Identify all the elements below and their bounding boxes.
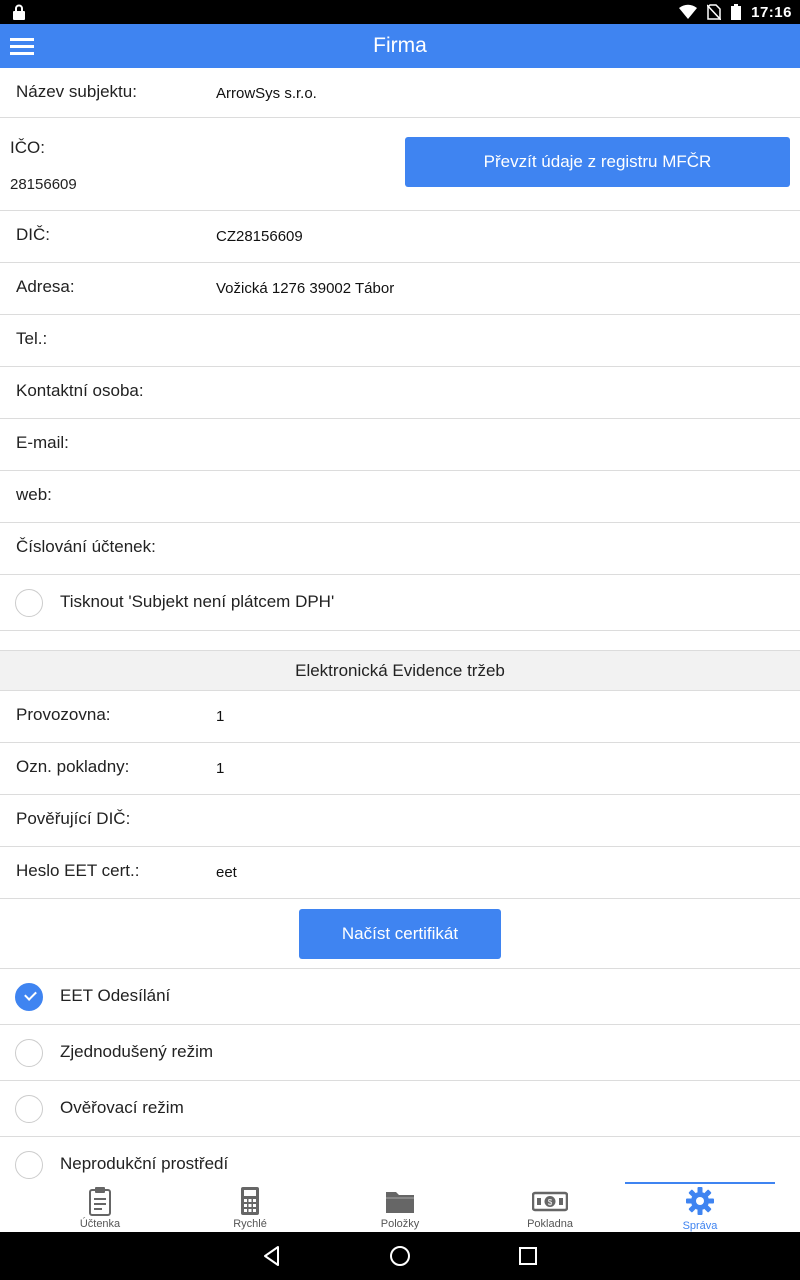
cert-password-row: Heslo EET cert.: eet (0, 847, 800, 899)
web-row: web: (0, 471, 800, 523)
nav-label: Účtenka (79, 1218, 121, 1230)
receipt-numbering-label: Číslování účtenek: (16, 537, 156, 556)
battery-icon (731, 4, 742, 20)
bottom-navigation: Účtenka Rychlé Položky $ Pokladna Správa (0, 1182, 800, 1232)
app-bar: Firma (0, 24, 800, 68)
premises-field[interactable]: 1 (216, 708, 224, 725)
nav-cash-register[interactable]: $ Pokladna (475, 1182, 625, 1232)
contact-person-label: Kontaktní osoba: (16, 381, 144, 400)
no-sim-icon (707, 4, 722, 20)
register-field[interactable]: 1 (216, 760, 224, 777)
eet-sending-option[interactable]: EET Odesílání (0, 969, 800, 1025)
home-icon[interactable] (388, 1244, 412, 1268)
contact-person-row: Kontaktní osoba: (0, 367, 800, 419)
settings-form: Název subjektu: ArrowSys s.r.o. IČO: 281… (0, 68, 800, 1182)
clipboard-icon (89, 1187, 111, 1216)
register-row: Ozn. pokladny: 1 (0, 743, 800, 795)
option-label: Ověřovací režim (60, 1098, 184, 1117)
option-label: EET Odesílání (60, 986, 171, 1005)
vat-print-label: Tisknout 'Subjekt není plátcem DPH' (60, 592, 335, 611)
folder-icon (386, 1192, 414, 1213)
status-bar: 17:16 (0, 0, 800, 24)
back-icon[interactable] (260, 1244, 284, 1268)
company-name-row: Název subjektu: ArrowSys s.r.o. (0, 68, 800, 118)
premises-row: Provozovna: 1 (0, 691, 800, 743)
option-label: Neprodukční prostředí (60, 1154, 229, 1173)
dic-field[interactable]: CZ28156609 (216, 228, 303, 245)
ico-label: IČO: (10, 138, 45, 157)
company-name-field[interactable]: ArrowSys s.r.o. (216, 85, 317, 102)
nav-quick[interactable]: Rychlé (175, 1182, 325, 1232)
recent-apps-icon[interactable] (516, 1244, 540, 1268)
svg-text:$: $ (548, 1198, 553, 1207)
load-certificate-button[interactable]: Načíst certifikát (299, 909, 501, 959)
verification-mode-option[interactable]: Ověřovací režim (0, 1081, 800, 1137)
eet-section-header: Elektronická Evidence tržeb (0, 651, 800, 691)
non-production-option[interactable]: Neprodukční prostředí (0, 1137, 800, 1182)
checkbox[interactable] (15, 1151, 43, 1179)
calculator-icon (241, 1187, 259, 1215)
company-name-label: Název subjektu: (16, 82, 137, 101)
nav-label: Správa (682, 1220, 718, 1232)
ico-row: IČO: 28156609 Převzít údaje z registru M… (0, 118, 800, 211)
tel-row: Tel.: (0, 315, 800, 367)
import-from-registry-button[interactable]: Převzít údaje z registru MFČR (405, 137, 790, 187)
checkbox-checked[interactable] (15, 983, 43, 1011)
dic-label: DIČ: (16, 225, 50, 244)
web-label: web: (16, 485, 52, 504)
gear-icon (686, 1187, 714, 1215)
vat-print-option[interactable]: Tisknout 'Subjekt není plátcem DPH' (0, 575, 800, 631)
email-row: E-mail: (0, 419, 800, 471)
nav-receipt[interactable]: Účtenka (25, 1182, 175, 1232)
wifi-icon (679, 4, 698, 20)
authorizing-dic-label: Pověřující DIČ: (16, 809, 131, 828)
register-label: Ozn. pokladny: (16, 757, 130, 776)
nav-settings[interactable]: Správa (625, 1182, 775, 1232)
simplified-mode-option[interactable]: Zjednodušený režim (0, 1025, 800, 1081)
nav-label: Položky (380, 1218, 420, 1230)
checkbox[interactable] (15, 1095, 43, 1123)
cert-password-label: Heslo EET cert.: (16, 861, 140, 880)
cert-password-field[interactable]: eet (216, 864, 237, 881)
email-label: E-mail: (16, 433, 69, 452)
checkbox[interactable] (15, 589, 43, 617)
address-row: Adresa: Vožická 1276 39002 Tábor (0, 263, 800, 315)
address-field[interactable]: Vožická 1276 39002 Tábor (216, 280, 394, 297)
nav-label: Rychlé (233, 1218, 267, 1230)
authorizing-dic-row: Pověřující DIČ: (0, 795, 800, 847)
status-time: 17:16 (751, 3, 792, 21)
nav-items[interactable]: Položky (325, 1182, 475, 1232)
nav-label: Pokladna (527, 1218, 573, 1230)
ico-field[interactable]: 28156609 (10, 176, 77, 193)
checkbox[interactable] (15, 1039, 43, 1067)
premises-label: Provozovna: (16, 705, 111, 724)
tel-label: Tel.: (16, 329, 48, 348)
cash-icon: $ (532, 1191, 568, 1212)
receipt-numbering-row: Číslování účtenek: (0, 523, 800, 575)
page-title: Firma (373, 34, 427, 57)
option-label: Zjednodušený režim (60, 1042, 214, 1061)
load-cert-container: Načíst certifikát (0, 899, 800, 969)
lock-icon (13, 4, 25, 20)
section-gap (0, 631, 800, 651)
address-label: Adresa: (16, 277, 75, 296)
system-navigation-bar (0, 1232, 800, 1280)
dic-row: DIČ: CZ28156609 (0, 211, 800, 263)
